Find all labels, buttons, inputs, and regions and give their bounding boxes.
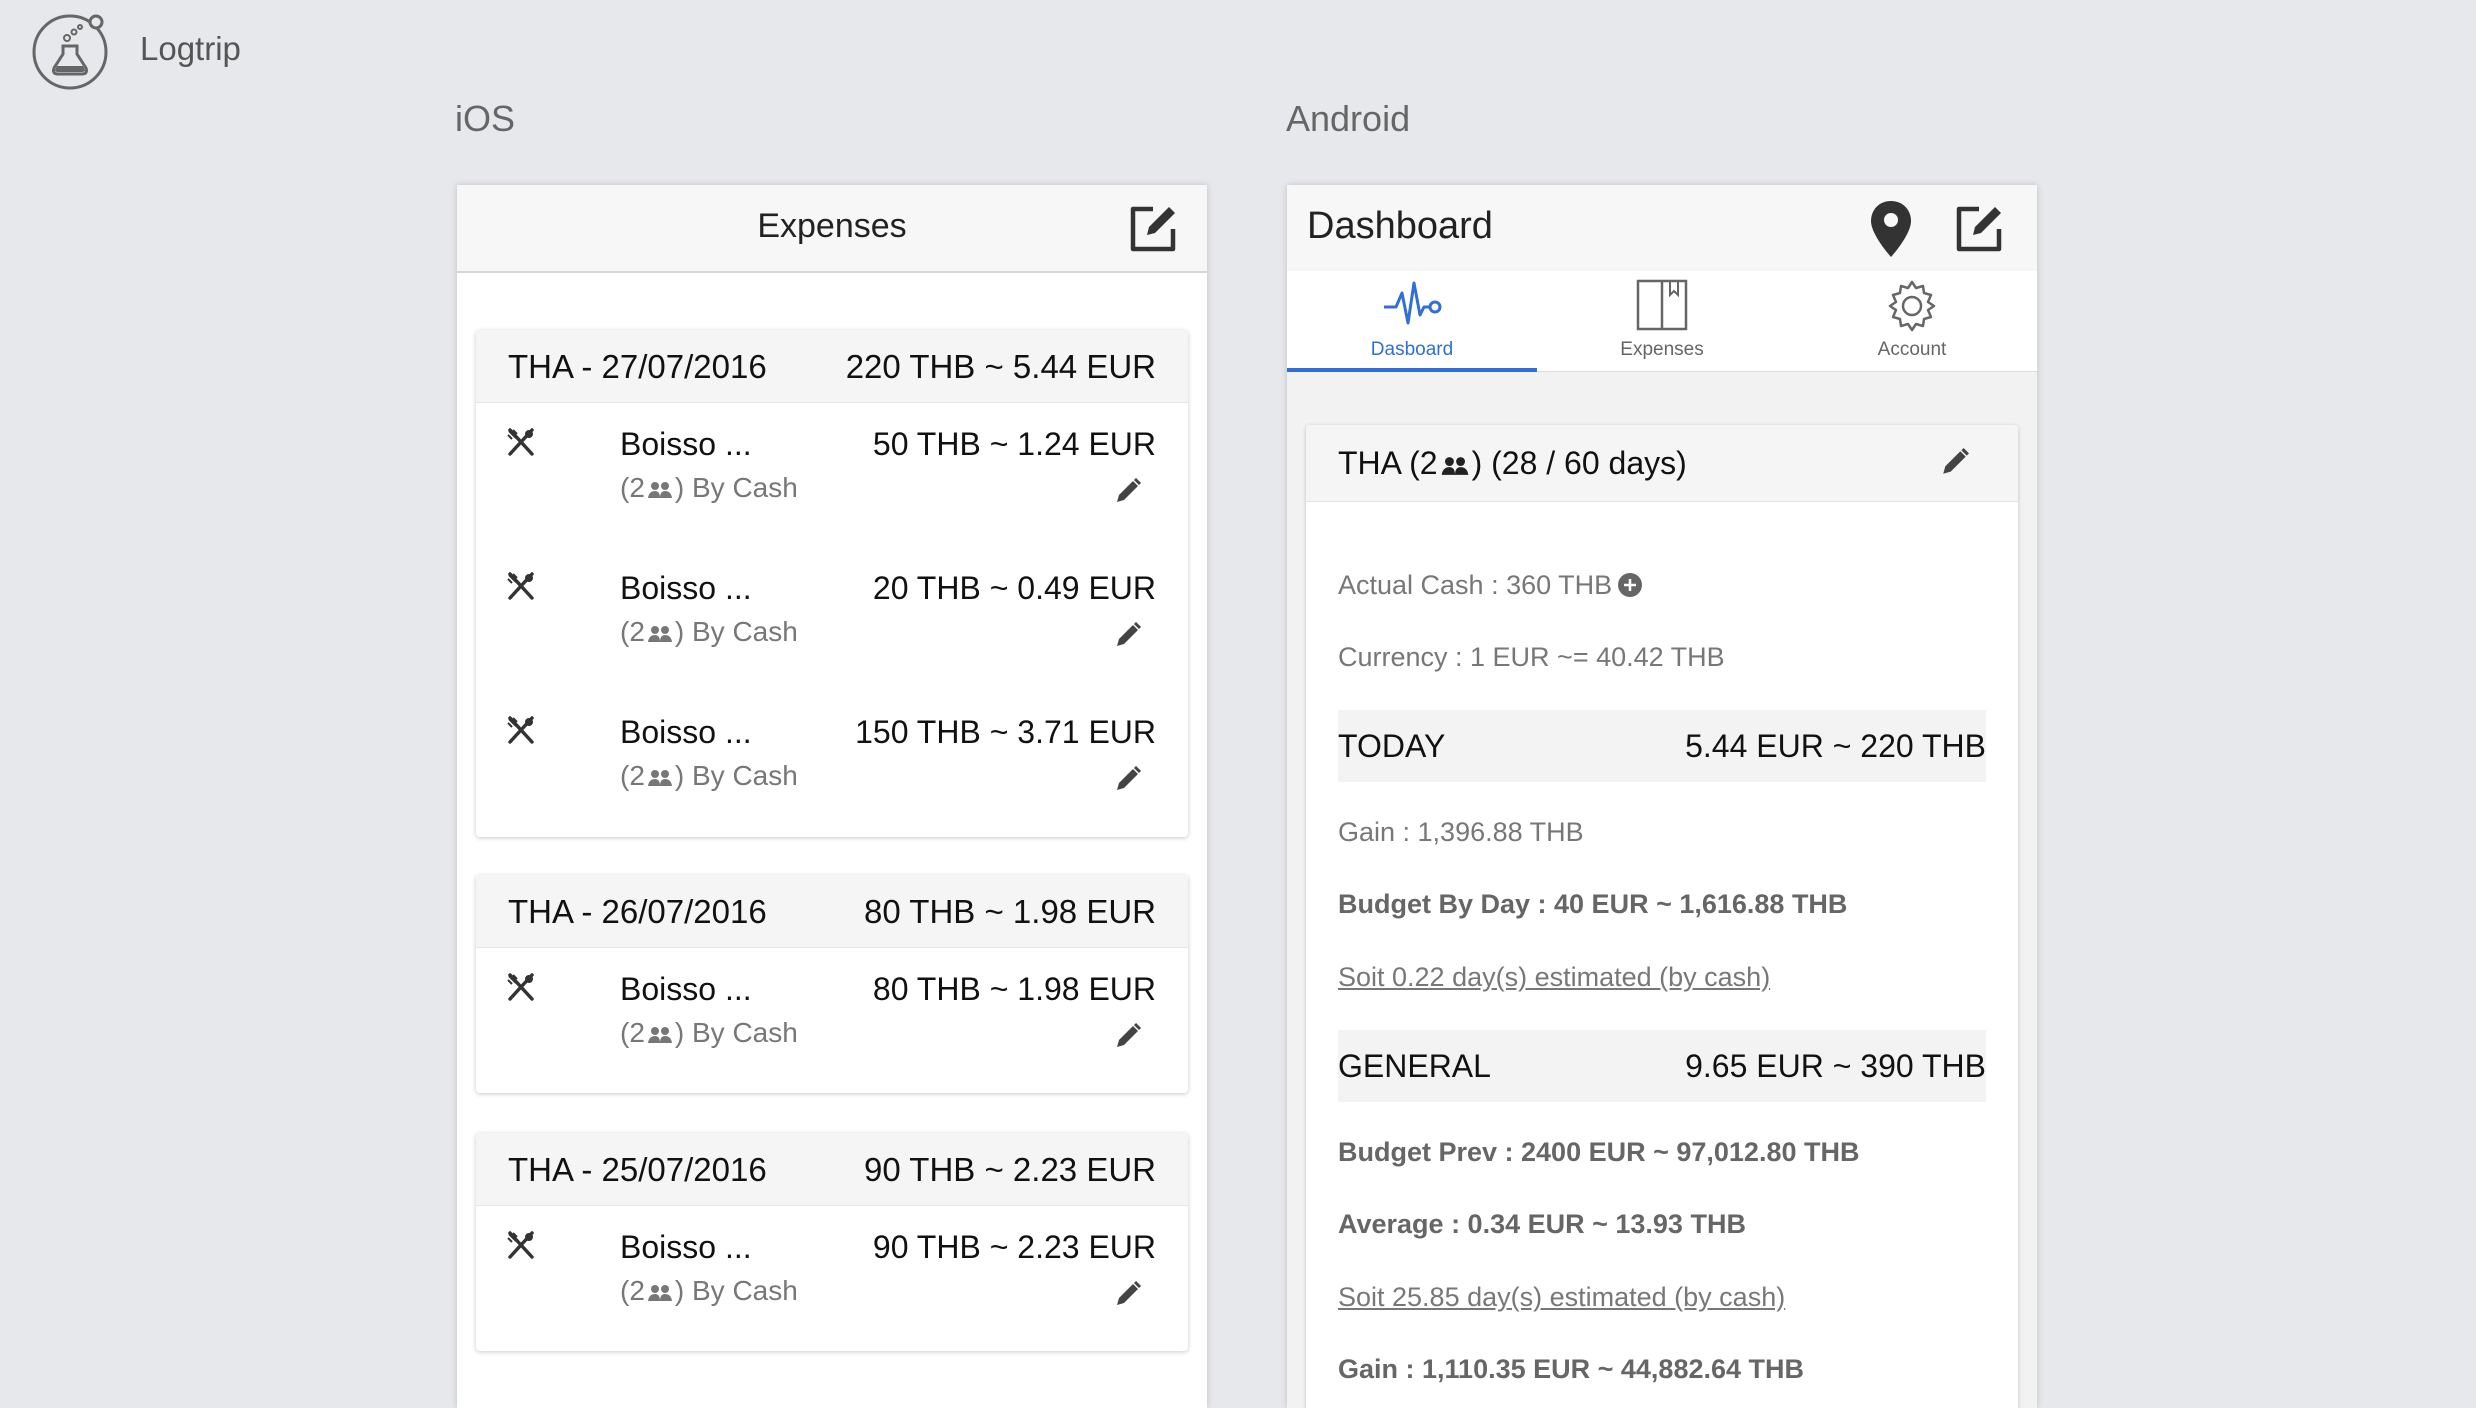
restaurant-icon <box>507 973 534 1001</box>
day-total: 80 THB ~ 1.98 EUR <box>864 893 1156 930</box>
expense-meta: (2) By Cash <box>620 472 798 503</box>
budget-prev: Budget Prev : 2400 EUR ~ 97,012.80 THB <box>1338 1137 1860 1167</box>
book-icon <box>1636 279 1688 331</box>
day-header[interactable]: THA - 25/07/2016 90 THB ~ 2.23 EUR <box>476 1133 1188 1206</box>
general-label: GENERAL <box>1338 1048 1491 1084</box>
expense-row[interactable]: Boisso ... (2) By Cash 90 THB ~ 2.23 EUR <box>476 1205 1188 1335</box>
people-icon <box>647 481 672 498</box>
expense-row[interactable]: Boisso ... (2) By Cash 50 THB ~ 1.24 EUR <box>476 402 1188 532</box>
tab-expenses[interactable]: Expenses <box>1537 271 1787 371</box>
general-value: 9.65 EUR ~ 390 THB <box>1685 1048 1986 1084</box>
people-icon <box>647 769 672 786</box>
expense-name: Boisso ... <box>620 570 752 606</box>
day-date: THA - 25/07/2016 <box>508 1151 767 1188</box>
android-section-label: Android <box>1286 98 1411 139</box>
expense-row[interactable]: Boisso ... (2) By Cash 20 THB ~ 0.49 EUR <box>476 546 1188 676</box>
brand-name: Logtrip <box>140 30 241 67</box>
tab-account[interactable]: Account <box>1787 271 2037 371</box>
tab-dashboard[interactable]: Dasboard <box>1287 271 1537 372</box>
general-estimate-link[interactable]: Soit 25.85 day(s) estimated (by cash) <box>1338 1282 1785 1313</box>
android-screen: Dashboard Dasboard Expenses Account THA … <box>1287 185 2037 1408</box>
restaurant-icon <box>507 428 534 456</box>
logtrip-logo-icon <box>32 14 108 90</box>
day-total: 220 THB ~ 5.44 EUR <box>845 348 1156 385</box>
expense-amount: 20 THB ~ 0.49 EUR <box>872 570 1156 606</box>
edit-pencil-icon[interactable] <box>1114 1022 1142 1050</box>
today-value: 5.44 EUR ~ 220 THB <box>1685 728 1986 764</box>
android-page-title: Dashboard <box>1307 205 1493 247</box>
today-band: TODAY 5.44 EUR ~ 220 THB <box>1338 710 1986 782</box>
pulse-icon <box>1384 281 1442 325</box>
expense-meta: (2) By Cash <box>620 1017 798 1048</box>
ios-navbar: Expenses <box>457 185 1207 273</box>
expense-name: Boisso ... <box>620 714 752 750</box>
edit-pencil-icon[interactable] <box>1940 447 1970 477</box>
expense-day-card: THA - 25/07/2016 90 THB ~ 2.23 EUR Boiss… <box>476 1133 1188 1351</box>
expense-name: Boisso ... <box>620 971 752 1007</box>
people-icon <box>1441 456 1468 475</box>
gear-icon <box>1888 280 1936 332</box>
active-tab-indicator <box>1287 368 1537 372</box>
edit-pencil-icon[interactable] <box>1114 477 1142 505</box>
ios-page-title: Expenses <box>757 207 907 245</box>
expense-amount: 80 THB ~ 1.98 EUR <box>872 971 1156 1007</box>
actual-cash: Actual Cash : 360 THB <box>1338 570 1643 601</box>
tab-label: Account <box>1877 339 1947 360</box>
today-label: TODAY <box>1338 728 1446 764</box>
currency-rate: Currency : 1 EUR ~= 40.42 THB <box>1338 642 1725 672</box>
edit-pencil-icon[interactable] <box>1114 1280 1142 1308</box>
expense-amount: 90 THB ~ 2.23 EUR <box>872 1229 1156 1265</box>
location-pin-icon[interactable] <box>1867 199 1915 259</box>
budget-by-day: Budget By Day : 40 EUR ~ 1,616.88 THB <box>1338 889 1848 919</box>
day-date: THA - 27/07/2016 <box>508 348 767 385</box>
general-band: GENERAL 9.65 EUR ~ 390 THB <box>1338 1030 1986 1102</box>
day-header[interactable]: THA - 27/07/2016 220 THB ~ 5.44 EUR <box>476 330 1188 403</box>
today-gain: Gain : 1,396.88 THB <box>1338 817 1584 847</box>
expense-meta: (2) By Cash <box>620 1275 798 1306</box>
ios-screen: Expenses THA - 27/07/2016 220 THB ~ 5.44… <box>457 185 1207 1408</box>
average: Average : 0.34 EUR ~ 13.93 THB <box>1338 1209 1746 1239</box>
expense-name: Boisso ... <box>620 426 752 462</box>
trip-header: THA (2) (28 / 60 days) <box>1306 425 2018 502</box>
day-total: 90 THB ~ 2.23 EUR <box>864 1151 1156 1188</box>
expense-name: Boisso ... <box>620 1229 752 1265</box>
general-gain: Gain : 1,110.35 EUR ~ 44,882.64 THB <box>1338 1354 1805 1384</box>
edit-pencil-icon[interactable] <box>1114 765 1142 793</box>
day-date: THA - 26/07/2016 <box>508 893 767 930</box>
expense-amount: 150 THB ~ 3.71 EUR <box>855 714 1156 750</box>
compose-icon[interactable] <box>1953 203 2005 255</box>
compose-icon[interactable] <box>1127 203 1179 255</box>
expense-meta: (2) By Cash <box>620 616 798 647</box>
tab-label: Dasboard <box>1370 339 1454 360</box>
add-circle-icon[interactable] <box>1618 573 1643 597</box>
people-icon <box>647 625 672 642</box>
today-estimate-link[interactable]: Soit 0.22 day(s) estimated (by cash) <box>1338 962 1770 993</box>
people-icon <box>647 1284 672 1301</box>
restaurant-icon <box>507 1231 534 1259</box>
expense-meta: (2) By Cash <box>620 760 798 791</box>
android-appbar: Dashboard <box>1287 185 2037 271</box>
restaurant-icon <box>507 572 534 600</box>
edit-pencil-icon[interactable] <box>1114 621 1142 649</box>
tab-label: Expenses <box>1620 339 1704 360</box>
expense-row[interactable]: Boisso ... (2) By Cash 150 THB ~ 3.71 EU… <box>476 690 1188 820</box>
android-tab-bar: Dasboard Expenses Account <box>1287 271 2037 372</box>
people-icon <box>647 1026 672 1043</box>
expense-amount: 50 THB ~ 1.24 EUR <box>872 426 1156 462</box>
expense-row[interactable]: Boisso ... (2) By Cash 80 THB ~ 1.98 EUR <box>476 947 1188 1077</box>
trip-summary-card: THA (2) (28 / 60 days) Actual Cash : 360… <box>1306 425 2018 1408</box>
day-header[interactable]: THA - 26/07/2016 80 THB ~ 1.98 EUR <box>476 875 1188 948</box>
ios-section-label: iOS <box>455 98 516 139</box>
expense-day-card: THA - 27/07/2016 220 THB ~ 5.44 EUR Bois… <box>476 330 1188 837</box>
restaurant-icon <box>507 716 534 744</box>
expense-day-card: THA - 26/07/2016 80 THB ~ 1.98 EUR Boiss… <box>476 875 1188 1093</box>
trip-title: THA (2) (28 / 60 days) <box>1338 445 1687 481</box>
